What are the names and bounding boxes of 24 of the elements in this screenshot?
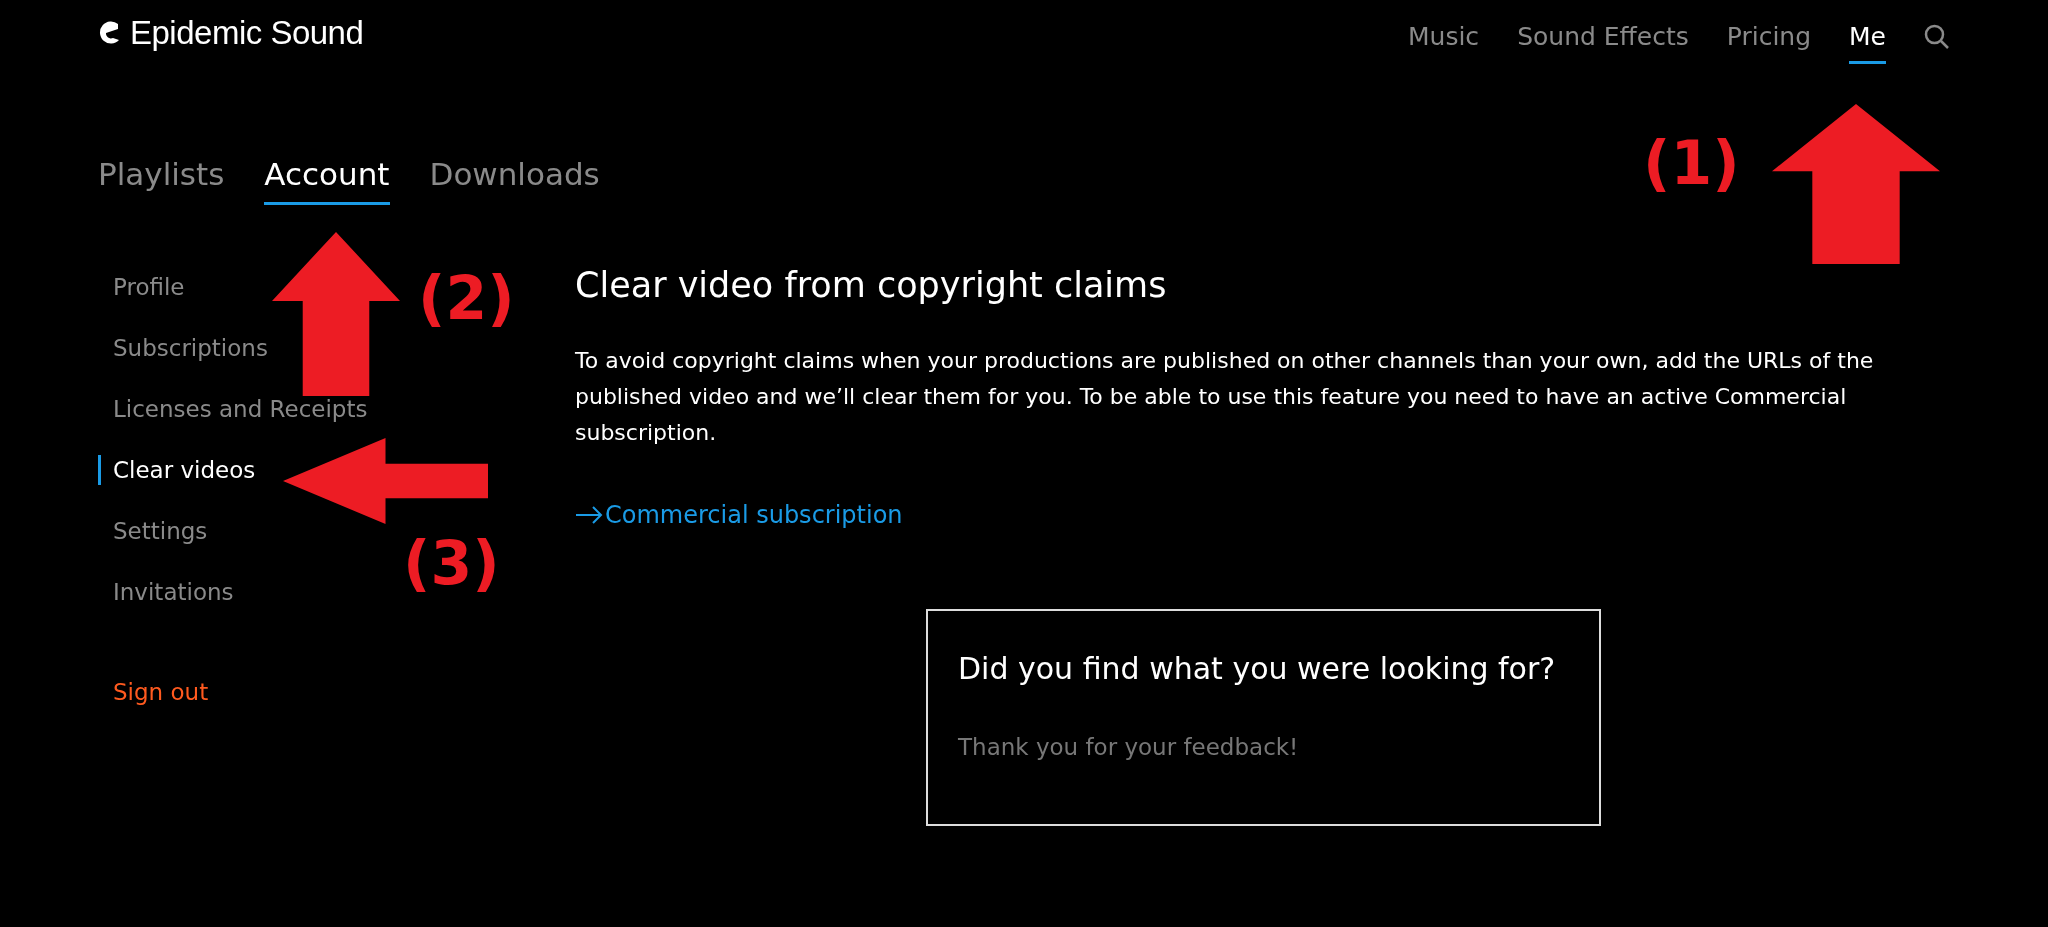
annotation-label: (1) bbox=[1643, 128, 1740, 198]
sidebar-item[interactable]: Settings bbox=[98, 516, 208, 546]
page-title: Clear video from copyright claims bbox=[575, 265, 1168, 305]
annotation-label: (3) bbox=[403, 528, 500, 598]
search-icon[interactable] bbox=[1924, 24, 1950, 50]
sign-out-link[interactable]: Sign out bbox=[98, 679, 209, 705]
sidebar-item[interactable]: Subscriptions bbox=[98, 333, 268, 363]
sidebar-item[interactable]: Invitations bbox=[98, 577, 234, 607]
nav-link[interactable]: Pricing bbox=[1726, 22, 1812, 64]
sidebar-item[interactable]: Licenses and Receipts bbox=[98, 394, 368, 424]
sidebar-item[interactable]: Clear videos bbox=[98, 455, 256, 485]
feedback-thanks: Thank you for your feedback! bbox=[958, 734, 1300, 760]
sidebar-item[interactable]: Profile bbox=[98, 272, 185, 302]
description-text: To avoid copyright claims when your productions are published on other channels than your own, add the URLs of the published video and we’ll clear them for you. To be able to use this feature you need to have an active Commercial subscription. bbox=[575, 347, 1875, 447]
nav-link[interactable]: Music bbox=[1408, 22, 1480, 64]
nav-link[interactable]: Sound Effects bbox=[1517, 22, 1689, 64]
annotation-label: (2) bbox=[418, 263, 515, 333]
tab[interactable]: Downloads bbox=[429, 156, 600, 205]
tab[interactable]: Playlists bbox=[98, 156, 225, 205]
nav-link[interactable]: Me bbox=[1849, 22, 1886, 64]
brand-name: Epidemic Sound bbox=[130, 14, 364, 52]
tab[interactable]: Account bbox=[264, 156, 390, 205]
arrow-right-icon bbox=[575, 506, 603, 524]
feedback-question: Did you find what you were looking for? bbox=[958, 651, 1557, 686]
